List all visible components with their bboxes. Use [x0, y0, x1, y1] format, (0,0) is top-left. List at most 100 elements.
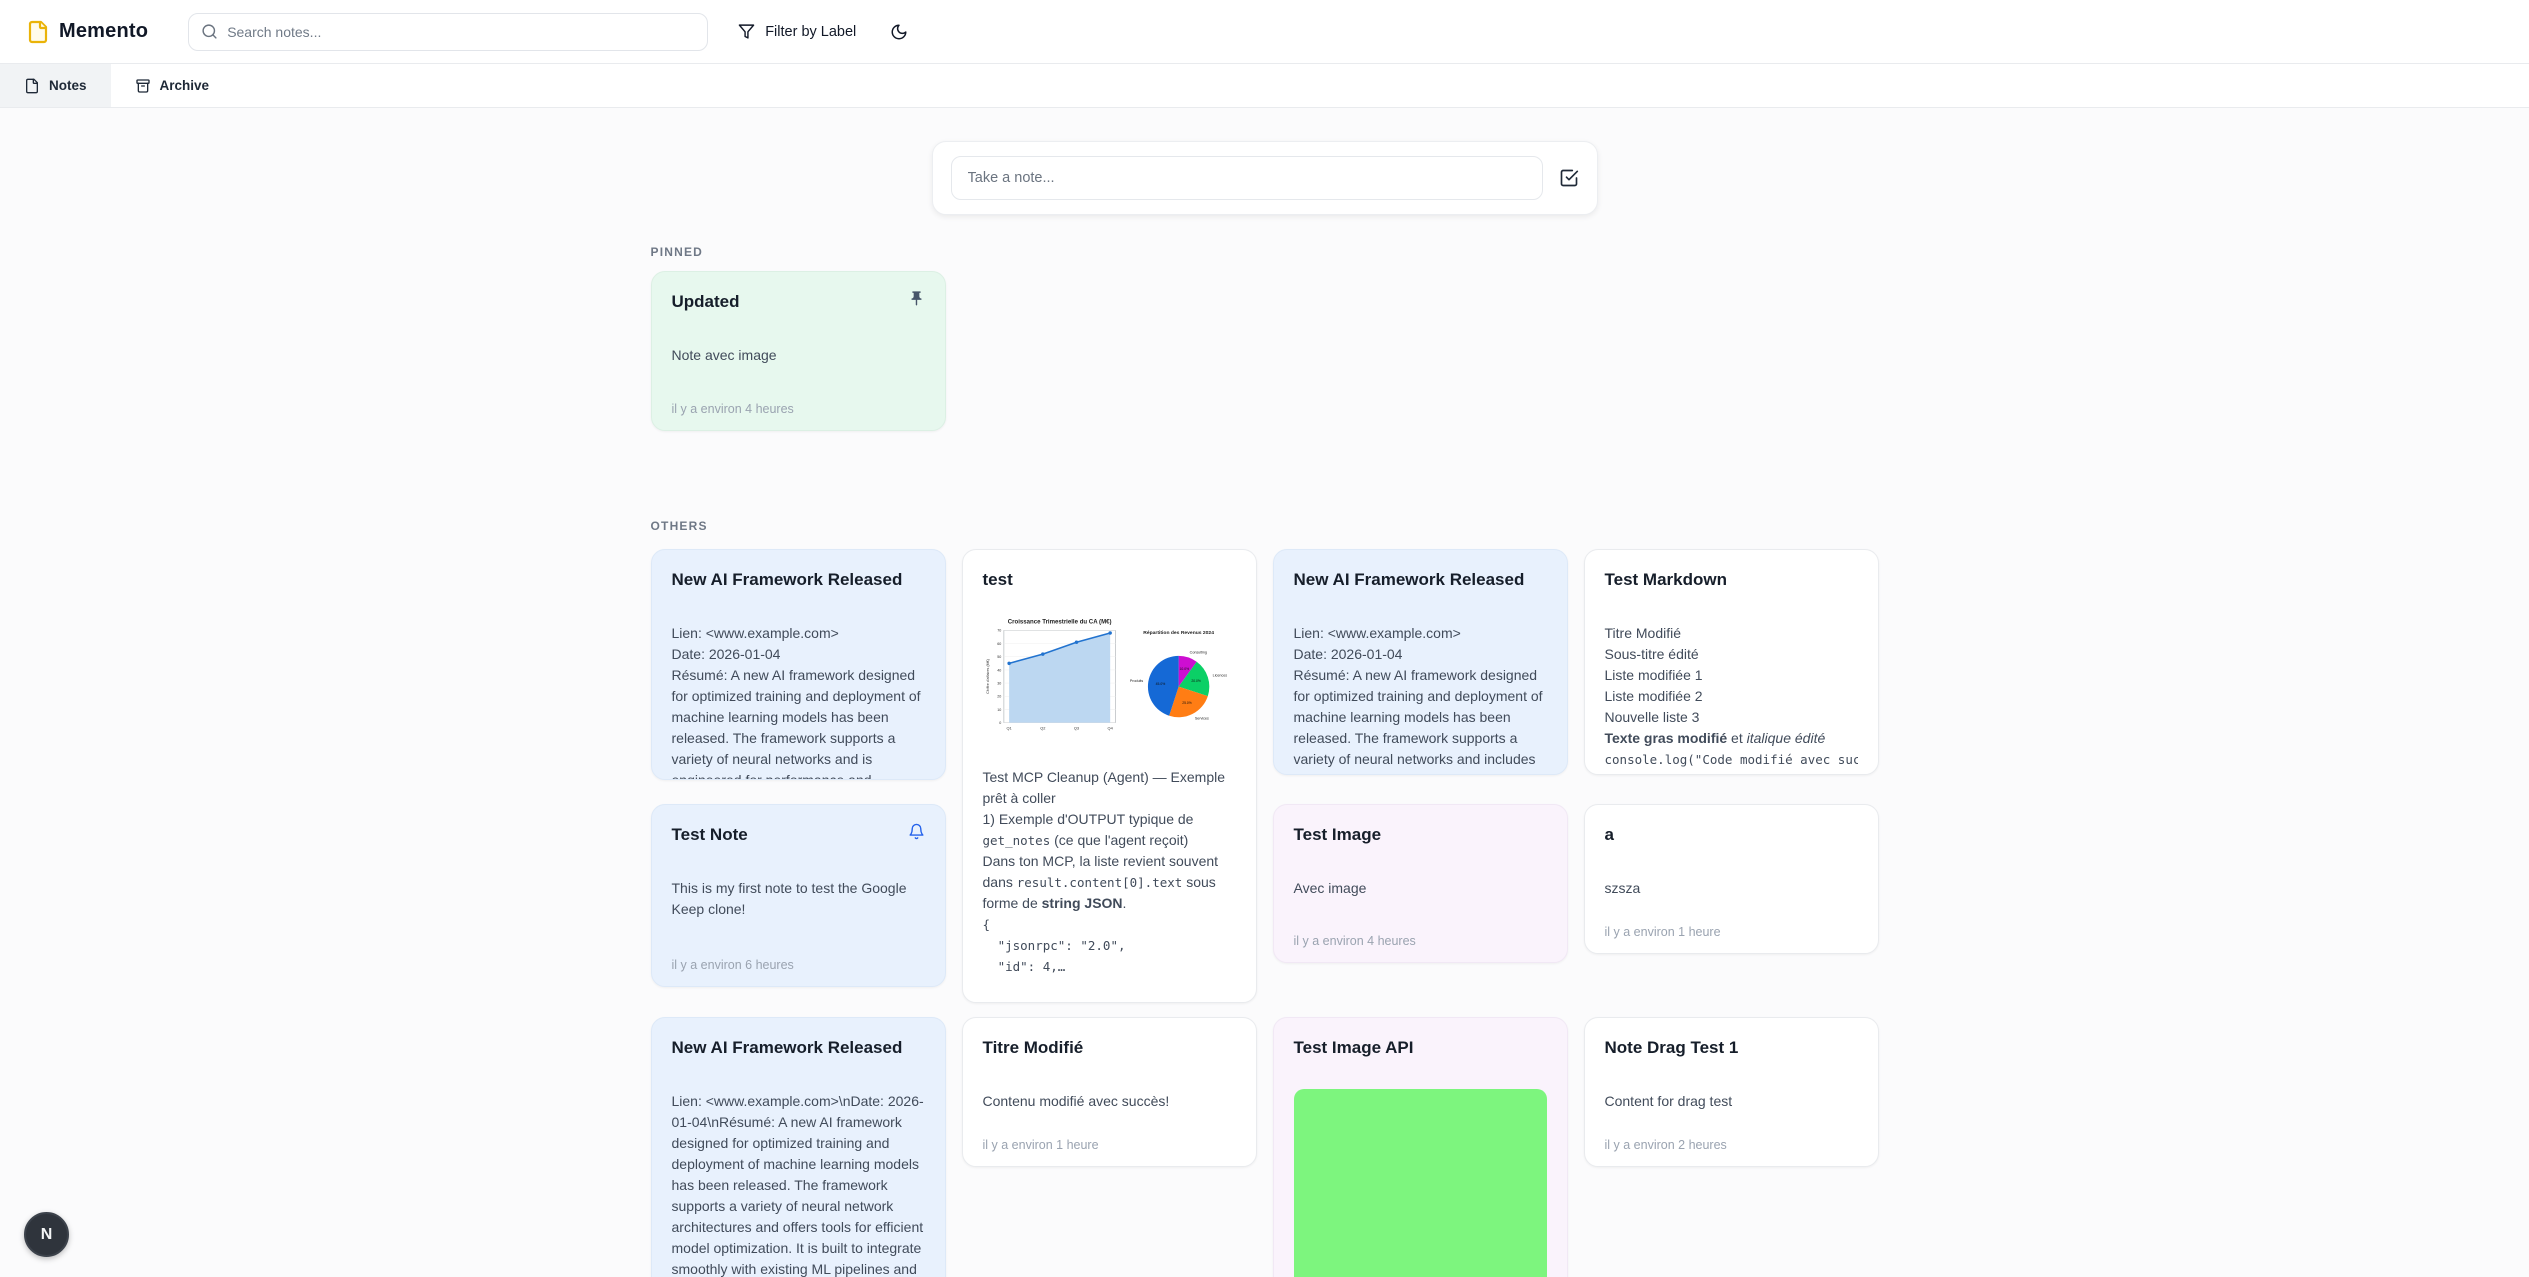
svg-text:Produits: Produits: [1130, 679, 1144, 683]
svg-text:40: 40: [997, 668, 1001, 672]
svg-text:Chiffre d'affaires (M€): Chiffre d'affaires (M€): [986, 659, 990, 694]
svg-text:45.0%: 45.0%: [1156, 682, 1166, 686]
note-title: New AI Framework Released: [672, 1036, 925, 1059]
note-timestamp: il y a environ 1 heure: [983, 1124, 1236, 1152]
note-title: Note Drag Test 1: [1605, 1036, 1858, 1059]
archive-icon: [135, 78, 151, 94]
tab-archive[interactable]: Archive: [111, 64, 234, 107]
note-attached-charts-image: Croissance Trimestrielle du CA (M€) 0 10 20…: [983, 605, 1236, 755]
note-card-note-drag-test-1[interactable]: Note Drag Test 1 Content for drag test i…: [1584, 1017, 1879, 1167]
filter-by-label-text: Filter by Label: [765, 24, 856, 40]
bell-icon[interactable]: [908, 823, 925, 840]
svg-text:Répartition des Revenus 2024: Répartition des Revenus 2024: [1143, 630, 1214, 636]
note-card-a[interactable]: a szsza il y a environ 1 heure: [1584, 804, 1879, 954]
note-body: Titre ModifiéSous-titre éditéListe modif…: [1605, 623, 1858, 770]
svg-text:20: 20: [997, 695, 1001, 699]
note-timestamp: il y a environ 6 heures: [672, 944, 925, 972]
svg-text:Q3: Q3: [1073, 726, 1078, 731]
tab-archive-label: Archive: [160, 78, 210, 93]
app-title: Memento: [59, 20, 148, 43]
note-body: Lien: <www.example.com>\nDate: 2026-01-0…: [672, 1091, 925, 1277]
avatar-initial: N: [41, 1226, 53, 1244]
note-title: New AI Framework Released: [672, 568, 925, 591]
take-a-note-input[interactable]: [951, 156, 1543, 200]
user-avatar-button[interactable]: N: [24, 1212, 69, 1257]
note-title: test: [983, 568, 1236, 591]
note-card-titre-modifie[interactable]: Titre Modifié Contenu modifié avec succè…: [962, 1017, 1257, 1167]
pie-chart: Répartition des Revenus 2024 10.0% Consult…: [1126, 605, 1236, 755]
note-title: Test Image API: [1294, 1036, 1547, 1059]
app-logo: Memento: [26, 20, 148, 44]
tab-notes-label: Notes: [49, 78, 87, 93]
moon-icon: [890, 23, 908, 41]
tab-bar: Notes Archive: [0, 63, 2529, 108]
svg-text:Croissance Trimestrielle du CA: Croissance Trimestrielle du CA (M€): [1007, 618, 1111, 625]
note-body: Lien: <www.example.com> Date: 2026-01-04…: [672, 623, 925, 780]
svg-text:20.0%: 20.0%: [1191, 679, 1201, 683]
note-body: Content for drag test: [1605, 1091, 1858, 1112]
search-bar[interactable]: [188, 13, 708, 51]
pinned-section-label: PINNED: [651, 245, 1879, 259]
file-icon: [24, 78, 40, 94]
others-section-label: OTHERS: [651, 519, 1879, 533]
pinned-grid: Updated Note avec image il y a environ 4…: [651, 271, 1879, 431]
area-chart: Croissance Trimestrielle du CA (M€) 0 10 20…: [983, 605, 1122, 755]
filter-by-label-button[interactable]: Filter by Label: [738, 23, 856, 40]
svg-text:25.0%: 25.0%: [1182, 701, 1192, 705]
tab-notes[interactable]: Notes: [0, 64, 111, 107]
search-icon: [201, 23, 218, 40]
svg-text:Q1: Q1: [1006, 726, 1011, 731]
svg-text:Q2: Q2: [1040, 726, 1045, 731]
svg-text:Services: Services: [1195, 717, 1209, 721]
note-body: szsza: [1605, 878, 1858, 899]
note-card-test-image[interactable]: Test Image Avec image il y a environ 4 h…: [1273, 804, 1568, 963]
svg-text:60: 60: [997, 642, 1001, 646]
svg-text:Licences: Licences: [1213, 674, 1228, 678]
note-composer: [932, 141, 1598, 215]
note-file-logo-icon: [26, 20, 50, 44]
note-title: Test Note: [672, 823, 748, 846]
note-body: Test MCP Cleanup (Agent) — Exemple prêt …: [983, 767, 1236, 977]
note-body: Lien: <www.example.com> Date: 2026-01-04…: [1294, 623, 1547, 775]
svg-text:30: 30: [997, 682, 1001, 686]
note-timestamp: il y a environ 4 heures: [1294, 920, 1547, 948]
app-header: Memento Filter by Label: [0, 0, 2529, 63]
note-attached-green-image: [1294, 1089, 1547, 1277]
svg-text:50: 50: [997, 655, 1001, 659]
svg-text:10.0%: 10.0%: [1179, 667, 1189, 671]
note-card-test[interactable]: test Croissance Trimestrielle du CA (M€)…: [962, 549, 1257, 1003]
svg-text:10: 10: [997, 708, 1001, 712]
note-card-updated[interactable]: Updated Note avec image il y a environ 4…: [651, 271, 946, 431]
note-card-new-ai-framework-1[interactable]: New AI Framework Released Lien: <www.exa…: [651, 549, 946, 780]
check-square-icon: [1559, 168, 1579, 188]
theme-toggle-button[interactable]: [890, 23, 908, 41]
note-card-new-ai-framework-3[interactable]: New AI Framework Released Lien: <www.exa…: [651, 1017, 946, 1277]
note-title: Test Markdown: [1605, 568, 1858, 591]
note-body: This is my first note to test the Google…: [672, 878, 925, 920]
svg-text:Consulting: Consulting: [1190, 651, 1207, 655]
svg-text:0: 0: [999, 721, 1001, 725]
note-body: Contenu modifié avec succès!: [983, 1091, 1236, 1112]
note-title: Updated: [672, 290, 740, 313]
note-card-test-markdown[interactable]: Test Markdown Titre ModifiéSous-titre éd…: [1584, 549, 1879, 775]
note-timestamp: il y a environ 1 heure: [1605, 911, 1858, 939]
note-card-test-note[interactable]: Test Note This is my first note to test …: [651, 804, 946, 987]
note-title: Test Image: [1294, 823, 1547, 846]
note-timestamp: il y a environ 4 heures: [672, 388, 925, 416]
note-title: a: [1605, 823, 1858, 846]
search-input[interactable]: [227, 24, 695, 40]
svg-text:70: 70: [997, 629, 1001, 633]
notes-grid: New AI Framework Released Lien: <www.exa…: [651, 549, 1879, 1277]
note-card-test-image-api[interactable]: Test Image API: [1273, 1017, 1568, 1277]
pin-icon[interactable]: [908, 290, 925, 307]
note-body: Note avec image: [672, 345, 925, 366]
note-timestamp: il y a environ 2 heures: [1605, 1124, 1858, 1152]
note-title: Titre Modifié: [983, 1036, 1236, 1059]
note-card-new-ai-framework-2[interactable]: New AI Framework Released Lien: <www.exa…: [1273, 549, 1568, 775]
svg-text:Q4: Q4: [1107, 726, 1113, 731]
notes-content: PINNED Updated Note avec image il y a en…: [651, 245, 1879, 1277]
note-title: New AI Framework Released: [1294, 568, 1547, 591]
note-body: Avec image: [1294, 878, 1547, 899]
new-checklist-button[interactable]: [1559, 168, 1579, 188]
funnel-icon: [738, 23, 755, 40]
